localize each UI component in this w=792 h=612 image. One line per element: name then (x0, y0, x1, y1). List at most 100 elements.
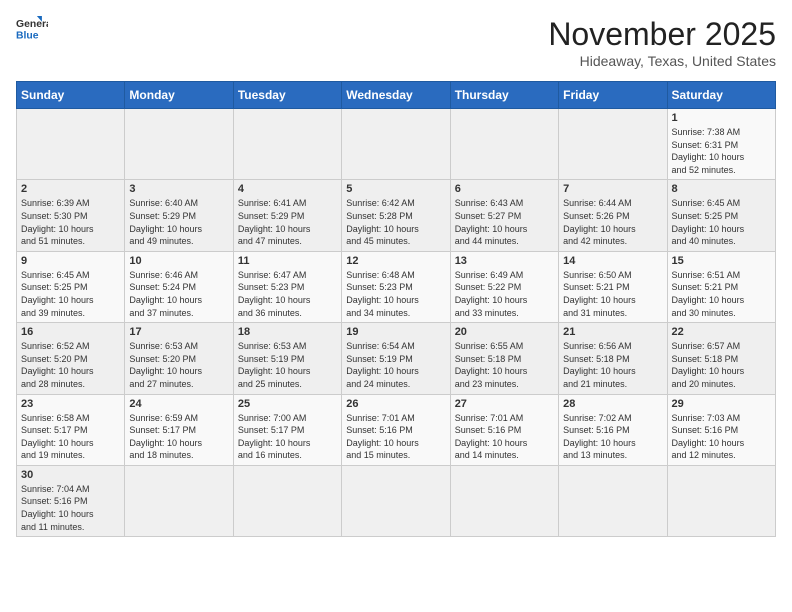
calendar-cell: 15 Sunrise: 6:51 AMSunset: 5:21 PMDayligh… (667, 251, 775, 322)
day-number: 25 (238, 398, 337, 410)
calendar-cell: 8 Sunrise: 6:45 AMSunset: 5:25 PMDaylight… (667, 180, 775, 251)
day-info: Sunrise: 7:01 AMSunset: 5:16 PMDaylight:… (455, 412, 554, 462)
calendar-cell: 1 Sunrise: 7:38 AMSunset: 6:31 PMDaylight… (667, 109, 775, 180)
day-number: 18 (238, 326, 337, 338)
calendar-cell: 27Sunrise: 7:01 AMSunset: 5:16 PMDayligh… (450, 394, 558, 465)
weekday-header-thursday: Thursday (450, 82, 558, 109)
weekday-header-row: SundayMondayTuesdayWednesdayThursdayFrid… (17, 82, 776, 109)
calendar-cell (17, 109, 125, 180)
day-info: Sunrise: 7:01 AMSunset: 5:16 PMDaylight:… (346, 412, 445, 462)
calendar-cell (450, 109, 558, 180)
calendar-cell: 19 Sunrise: 6:54 AMSunset: 5:19 PMDayligh… (342, 323, 450, 394)
day-number: 13 (455, 255, 554, 267)
day-info: Sunrise: 6:53 AMSunset: 5:19 PMDaylight:… (238, 340, 337, 390)
weekday-header-monday: Monday (125, 82, 233, 109)
day-number: 10 (129, 255, 228, 267)
calendar-week-5: 30Sunrise: 7:04 AMSunset: 5:16 PMDayligh… (17, 465, 776, 536)
day-info: Sunrise: 6:56 AMSunset: 5:18 PMDaylight:… (563, 340, 662, 390)
calendar-cell: 24 Sunrise: 6:59 AMSunset: 5:17 PMDayligh… (125, 394, 233, 465)
calendar-cell: 14 Sunrise: 6:50 AMSunset: 5:21 PMDayligh… (559, 251, 667, 322)
day-info: Sunrise: 6:45 AMSunset: 5:25 PMDaylight:… (21, 269, 120, 319)
calendar-cell: 21Sunrise: 6:56 AMSunset: 5:18 PMDayligh… (559, 323, 667, 394)
calendar-cell (559, 465, 667, 536)
location: Hideaway, Texas, United States (548, 53, 776, 69)
day-number: 8 (672, 183, 771, 195)
day-number: 30 (21, 469, 120, 481)
day-info: Sunrise: 6:45 AMSunset: 5:25 PMDaylight:… (672, 197, 771, 247)
calendar-cell: 10Sunrise: 6:46 AMSunset: 5:24 PMDayligh… (125, 251, 233, 322)
day-info: Sunrise: 6:52 AMSunset: 5:20 PMDaylight:… (21, 340, 120, 390)
calendar-cell (233, 109, 341, 180)
calendar-week-3: 16 Sunrise: 6:52 AMSunset: 5:20 PMDayligh… (17, 323, 776, 394)
title-area: November 2025 Hideaway, Texas, United St… (548, 16, 776, 69)
day-info: Sunrise: 6:58 AMSunset: 5:17 PMDaylight:… (21, 412, 120, 462)
day-number: 28 (563, 398, 662, 410)
calendar-cell (559, 109, 667, 180)
day-number: 19 (346, 326, 445, 338)
day-number: 24 (129, 398, 228, 410)
day-info: Sunrise: 6:47 AMSunset: 5:23 PMDaylight:… (238, 269, 337, 319)
day-info: Sunrise: 7:03 AMSunset: 5:16 PMDaylight:… (672, 412, 771, 462)
calendar-cell (342, 109, 450, 180)
calendar-cell: 4 Sunrise: 6:41 AMSunset: 5:29 PMDaylight… (233, 180, 341, 251)
day-number: 4 (238, 183, 337, 195)
calendar-cell (342, 465, 450, 536)
calendar-cell: 16 Sunrise: 6:52 AMSunset: 5:20 PMDayligh… (17, 323, 125, 394)
day-info: Sunrise: 6:39 AMSunset: 5:30 PMDaylight:… (21, 197, 120, 247)
day-number: 2 (21, 183, 120, 195)
calendar-cell: 29 Sunrise: 7:03 AMSunset: 5:16 PMDayligh… (667, 394, 775, 465)
day-info: Sunrise: 6:55 AMSunset: 5:18 PMDaylight:… (455, 340, 554, 390)
calendar-week-0: 1 Sunrise: 7:38 AMSunset: 6:31 PMDaylight… (17, 109, 776, 180)
svg-text:Blue: Blue (16, 30, 39, 41)
day-number: 17 (129, 326, 228, 338)
calendar-cell (450, 465, 558, 536)
day-info: Sunrise: 6:51 AMSunset: 5:21 PMDaylight:… (672, 269, 771, 319)
calendar-cell: 3Sunrise: 6:40 AMSunset: 5:29 PMDaylight… (125, 180, 233, 251)
day-info: Sunrise: 6:59 AMSunset: 5:17 PMDaylight:… (129, 412, 228, 462)
day-number: 16 (21, 326, 120, 338)
day-number: 15 (672, 255, 771, 267)
month-title: November 2025 (548, 16, 776, 53)
calendar-cell: 23 Sunrise: 6:58 AMSunset: 5:17 PMDayligh… (17, 394, 125, 465)
day-info: Sunrise: 6:40 AMSunset: 5:29 PMDaylight:… (129, 197, 228, 247)
calendar-week-4: 23 Sunrise: 6:58 AMSunset: 5:17 PMDayligh… (17, 394, 776, 465)
calendar-cell: 20Sunrise: 6:55 AMSunset: 5:18 PMDayligh… (450, 323, 558, 394)
day-info: Sunrise: 7:38 AMSunset: 6:31 PMDaylight:… (672, 126, 771, 176)
weekday-header-saturday: Saturday (667, 82, 775, 109)
calendar-cell (125, 465, 233, 536)
day-number: 6 (455, 183, 554, 195)
weekday-header-friday: Friday (559, 82, 667, 109)
day-number: 26 (346, 398, 445, 410)
day-number: 11 (238, 255, 337, 267)
weekday-header-sunday: Sunday (17, 82, 125, 109)
svg-text:General: General (16, 19, 48, 30)
day-info: Sunrise: 6:41 AMSunset: 5:29 PMDaylight:… (238, 197, 337, 247)
day-info: Sunrise: 6:50 AMSunset: 5:21 PMDaylight:… (563, 269, 662, 319)
day-number: 14 (563, 255, 662, 267)
weekday-header-tuesday: Tuesday (233, 82, 341, 109)
calendar-cell: 22Sunrise: 6:57 AMSunset: 5:18 PMDayligh… (667, 323, 775, 394)
calendar-cell: 25 Sunrise: 7:00 AMSunset: 5:17 PMDayligh… (233, 394, 341, 465)
day-number: 1 (672, 112, 771, 124)
day-number: 23 (21, 398, 120, 410)
calendar-week-1: 2 Sunrise: 6:39 AMSunset: 5:30 PMDaylight… (17, 180, 776, 251)
calendar-cell: 11 Sunrise: 6:47 AMSunset: 5:23 PMDayligh… (233, 251, 341, 322)
day-info: Sunrise: 6:54 AMSunset: 5:19 PMDaylight:… (346, 340, 445, 390)
calendar-cell: 13Sunrise: 6:49 AMSunset: 5:22 PMDayligh… (450, 251, 558, 322)
calendar-cell: 28 Sunrise: 7:02 AMSunset: 5:16 PMDayligh… (559, 394, 667, 465)
day-info: Sunrise: 6:42 AMSunset: 5:28 PMDaylight:… (346, 197, 445, 247)
calendar-cell: 6 Sunrise: 6:43 AMSunset: 5:27 PMDaylight… (450, 180, 558, 251)
day-number: 29 (672, 398, 771, 410)
day-info: Sunrise: 6:44 AMSunset: 5:26 PMDaylight:… (563, 197, 662, 247)
calendar-cell: 12Sunrise: 6:48 AMSunset: 5:23 PMDayligh… (342, 251, 450, 322)
calendar-cell: 9Sunrise: 6:45 AMSunset: 5:25 PMDaylight… (17, 251, 125, 322)
day-info: Sunrise: 7:00 AMSunset: 5:17 PMDaylight:… (238, 412, 337, 462)
day-number: 5 (346, 183, 445, 195)
page-header: General Blue November 2025 Hideaway, Tex… (16, 16, 776, 69)
day-info: Sunrise: 7:02 AMSunset: 5:16 PMDaylight:… (563, 412, 662, 462)
calendar-cell: 30Sunrise: 7:04 AMSunset: 5:16 PMDayligh… (17, 465, 125, 536)
calendar-cell (233, 465, 341, 536)
day-info: Sunrise: 6:43 AMSunset: 5:27 PMDaylight:… (455, 197, 554, 247)
calendar-cell (125, 109, 233, 180)
calendar-week-2: 9Sunrise: 6:45 AMSunset: 5:25 PMDaylight… (17, 251, 776, 322)
